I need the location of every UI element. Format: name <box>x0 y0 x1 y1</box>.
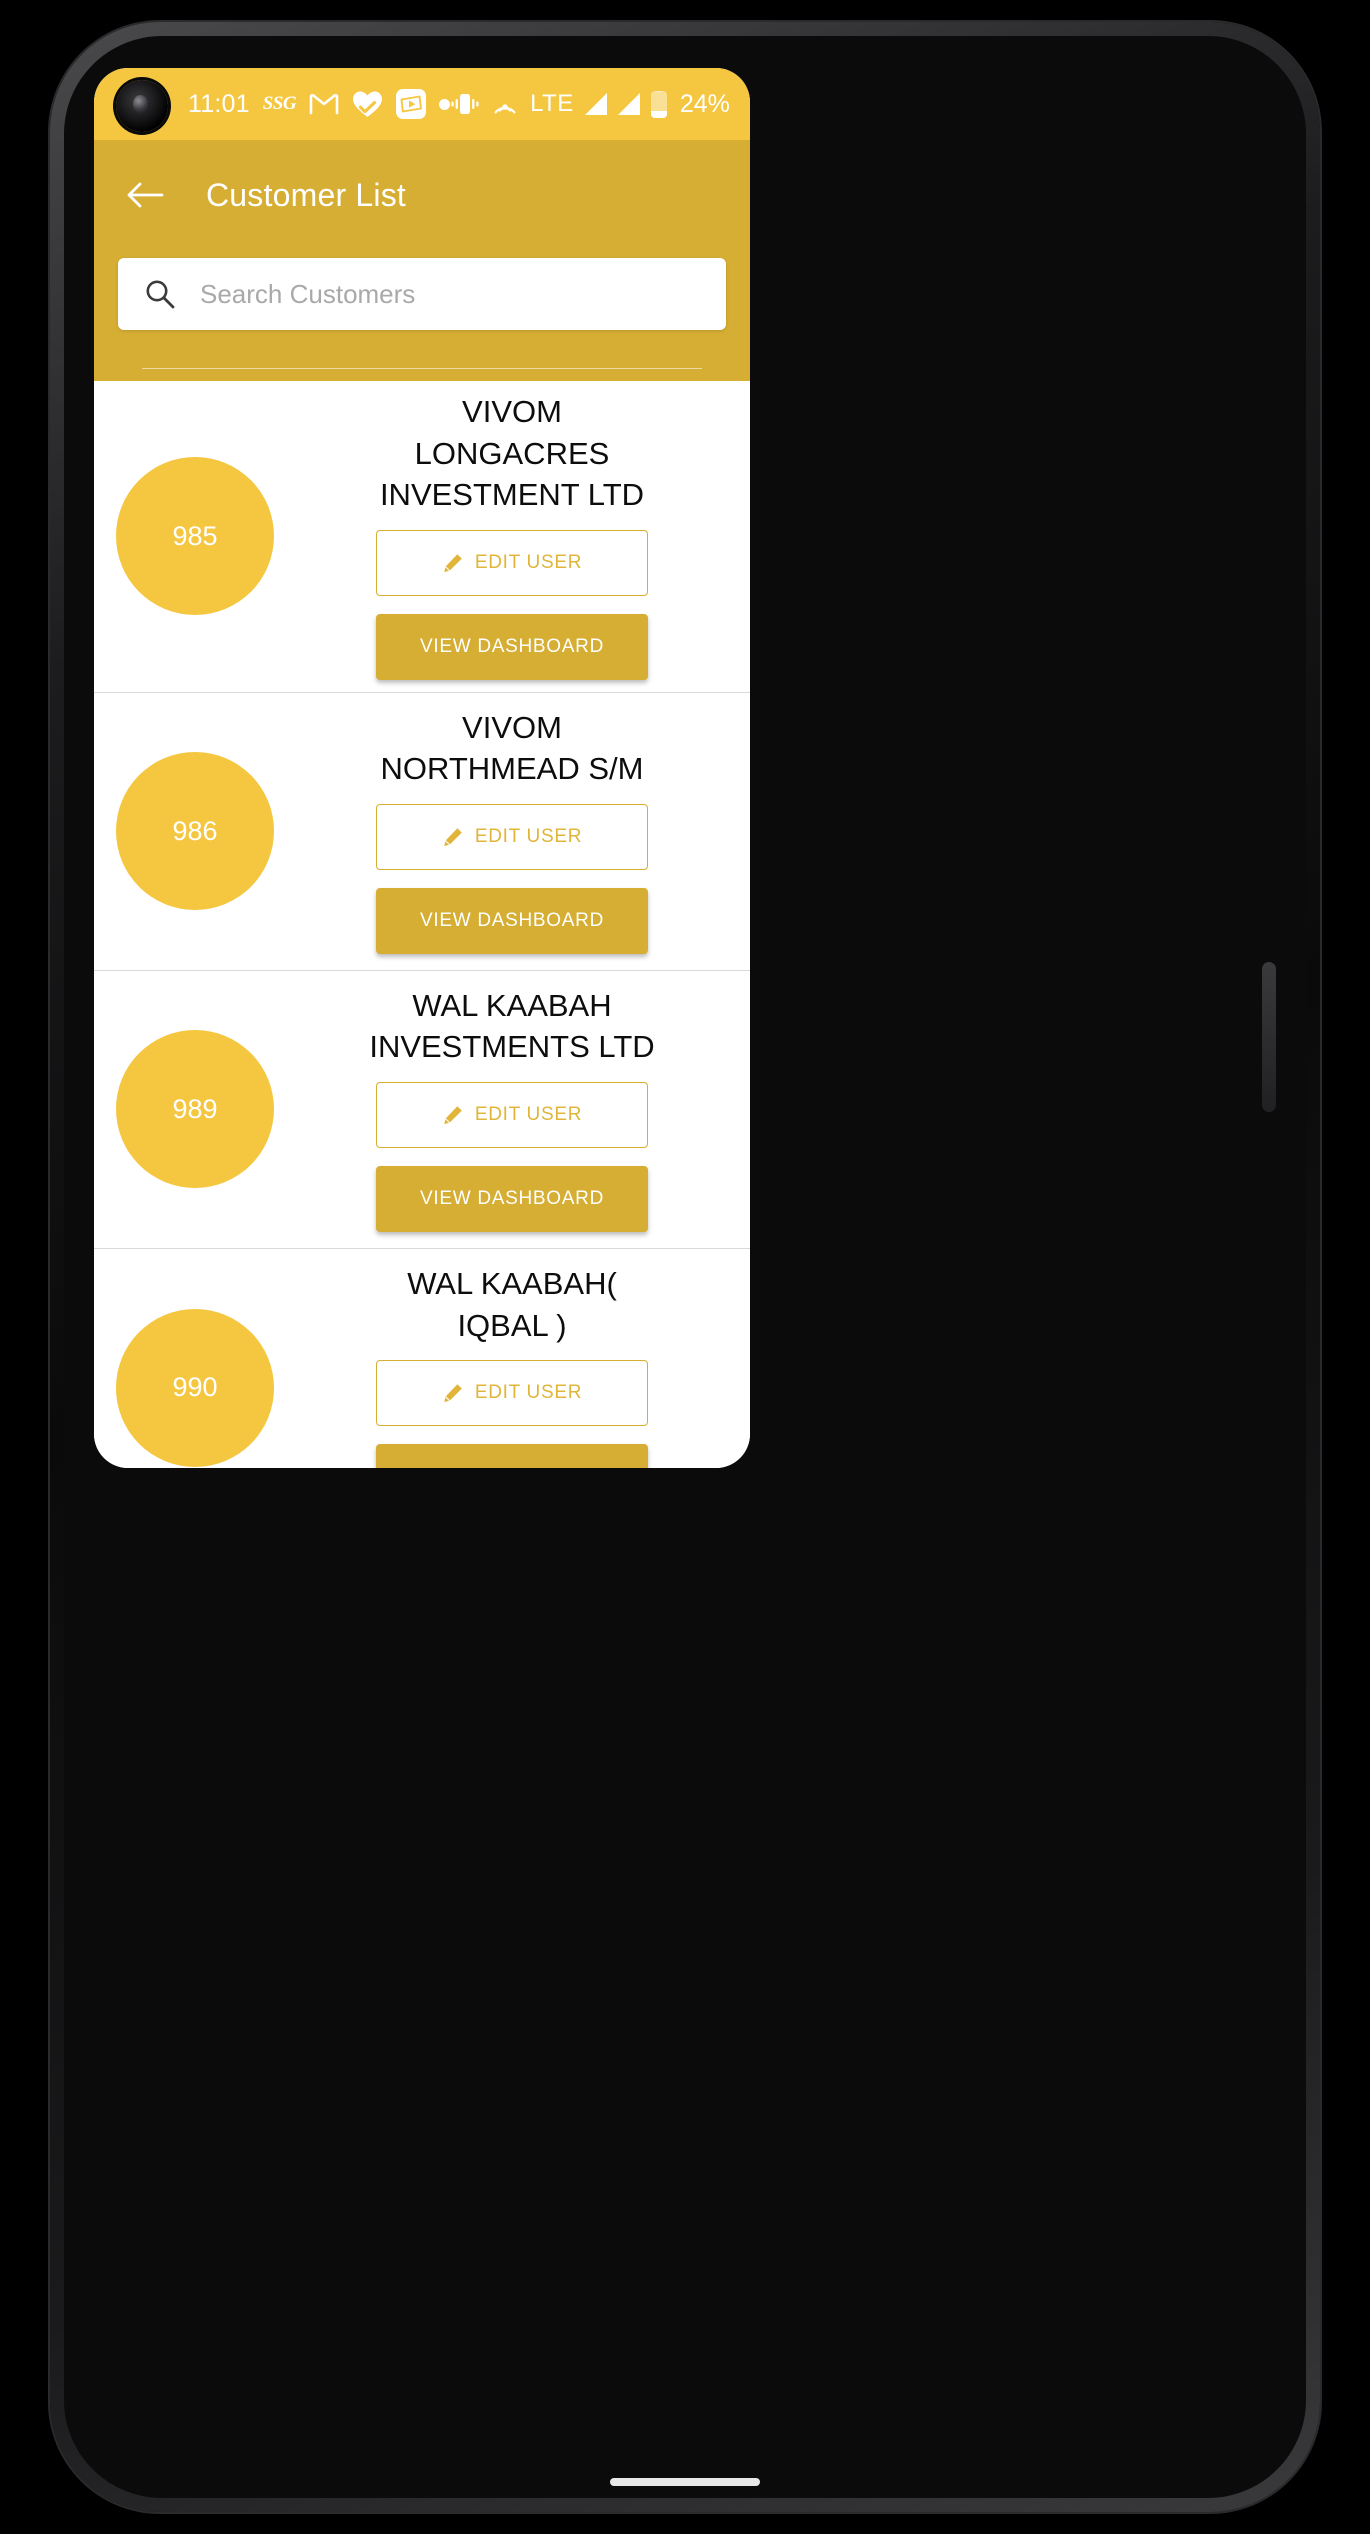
edit-user-label: EDIT USER <box>474 551 583 573</box>
back-button[interactable] <box>122 172 168 218</box>
customer-details: VIVOM LONGACRES INVESTMENT LTD EDIT USER… <box>292 381 732 692</box>
pencil-icon <box>442 826 464 848</box>
pencil-icon <box>442 1382 464 1404</box>
customer-list[interactable]: 985 VIVOM LONGACRES INVESTMENT LTD EDIT … <box>94 381 750 1468</box>
app-bar: Customer List <box>94 140 750 250</box>
search-box[interactable] <box>118 258 726 330</box>
customer-details: WAL KAABAH( IQBAL ) EDIT USER VIEW DASHB… <box>292 1253 732 1468</box>
power-button[interactable] <box>1262 962 1276 1112</box>
edit-user-label: EDIT USER <box>474 825 583 847</box>
edit-user-label: EDIT USER <box>474 1382 583 1404</box>
search-icon <box>144 278 176 310</box>
gmail-icon <box>309 92 339 116</box>
lte-label: LTE <box>530 90 574 117</box>
view-dashboard-label: VIEW DASHBOARD <box>420 909 604 931</box>
edit-user-button[interactable]: EDIT USER <box>376 1360 648 1427</box>
vibrate-icon <box>450 91 480 117</box>
front-camera-punch-hole <box>116 80 168 132</box>
pencil-icon <box>442 552 464 574</box>
table-row[interactable]: 990 WAL KAABAH( IQBAL ) EDIT USER <box>94 1249 750 1468</box>
status-bar-right-group: LTE 24% <box>450 90 730 119</box>
status-bar: 11:01 SSG LTE 24% <box>94 68 750 140</box>
customer-name: VIVOM LONGACRES INVESTMENT LTD <box>379 394 645 513</box>
search-input[interactable] <box>198 277 700 311</box>
edit-user-label: EDIT USER <box>474 1103 583 1125</box>
table-row[interactable]: 986 VIVOM NORTHMEAD S/M EDIT USER VIEW D… <box>94 693 750 971</box>
phone-screen: 11:01 SSG LTE 24% Customer List Search C… <box>94 68 750 1468</box>
edit-user-button[interactable]: EDIT USER <box>376 803 648 870</box>
customer-name: VIVOM NORTHMEAD S/M <box>380 709 644 787</box>
arrow-left-icon <box>127 182 164 208</box>
ssg-icon: SSG <box>262 93 297 114</box>
pencil-icon <box>442 1104 464 1126</box>
signal-icon-1 <box>584 93 607 115</box>
battery-icon <box>650 90 667 118</box>
page-title: Customer List <box>206 176 406 213</box>
signal-icon-2 <box>617 93 640 115</box>
table-row[interactable]: 985 VIVOM LONGACRES INVESTMENT LTD EDIT … <box>94 381 750 693</box>
view-dashboard-label: VIEW DASHBOARD <box>420 1187 604 1209</box>
edit-user-button[interactable]: EDIT USER <box>376 1081 648 1148</box>
view-dashboard-label: VIEW DASHBOARD <box>420 635 604 657</box>
home-indicator[interactable] <box>610 2478 760 2486</box>
search-section <box>94 250 750 369</box>
screenshot-stage: 11:01 SSG LTE 24% Customer List Search C… <box>0 0 1370 2534</box>
view-dashboard-label: VIEW DASHBOARD <box>420 1466 604 1468</box>
view-dashboard-button[interactable]: VIEW DASHBOARD <box>376 613 648 680</box>
health-heart-icon <box>352 90 383 119</box>
customer-details: VIVOM NORTHMEAD S/M EDIT USER VIEW DASHB… <box>292 697 732 966</box>
dot-icon <box>439 98 451 110</box>
customer-name: WAL KAABAH INVESTMENTS LTD <box>369 987 655 1065</box>
app-bar-bottom-spacer <box>94 369 750 381</box>
customer-name: WAL KAABAH( IQBAL ) <box>407 1266 617 1343</box>
avatar: 990 <box>116 1308 274 1467</box>
table-row[interactable]: 989 WAL KAABAH INVESTMENTS LTD EDIT USER <box>94 971 750 1249</box>
customer-details: WAL KAABAH INVESTMENTS LTD EDIT USER VIE… <box>292 975 732 1244</box>
media-player-icon <box>396 89 427 119</box>
view-dashboard-button[interactable]: VIEW DASHBOARD <box>376 1165 648 1232</box>
avatar: 989 <box>116 1030 274 1189</box>
status-bar-clock: 11:01 <box>188 89 250 118</box>
status-bar-left-group: 11:01 SSG <box>188 89 451 119</box>
hotspot-icon <box>491 92 519 116</box>
avatar: 985 <box>116 457 274 616</box>
edit-user-button[interactable]: EDIT USER <box>376 529 648 596</box>
view-dashboard-button[interactable]: VIEW DASHBOARD <box>376 887 648 954</box>
battery-percent-label: 24% <box>679 89 730 118</box>
view-dashboard-button[interactable]: VIEW DASHBOARD <box>376 1444 648 1468</box>
avatar: 986 <box>116 752 274 911</box>
